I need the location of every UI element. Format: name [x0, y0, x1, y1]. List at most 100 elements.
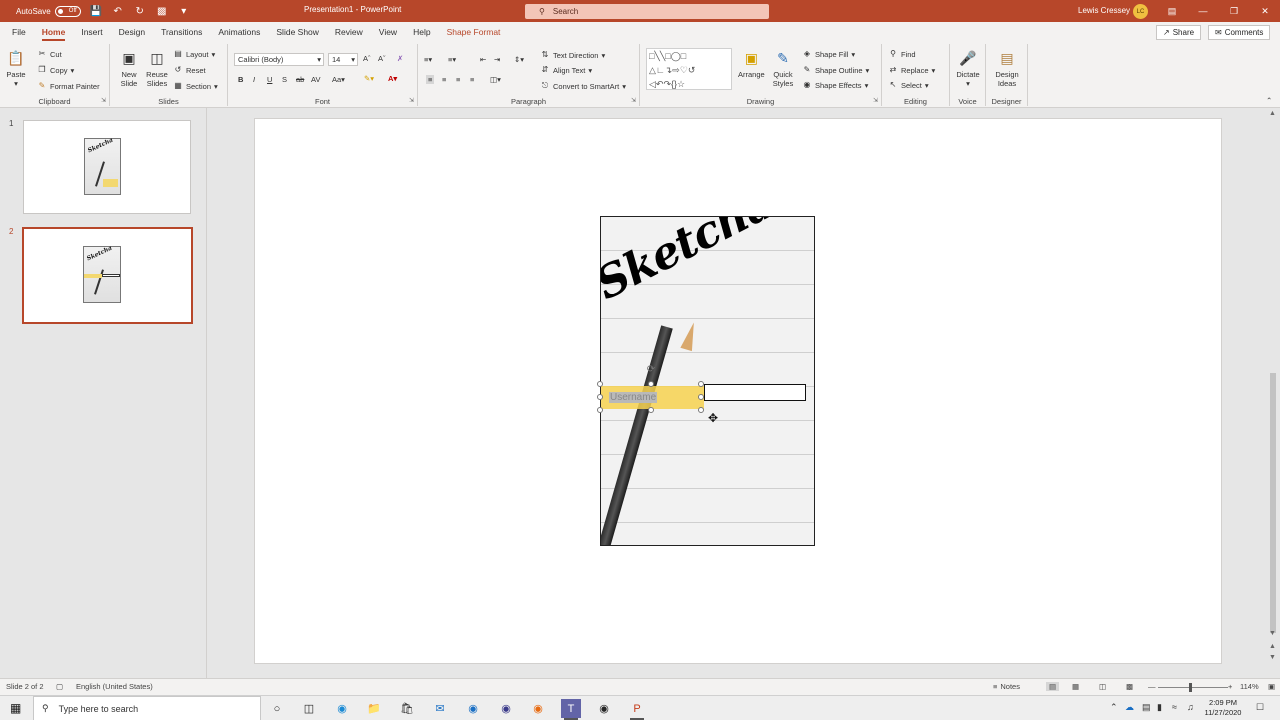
shape-fill-button[interactable]: ◈ Shape Fill ▾: [802, 49, 855, 59]
quick-styles-button[interactable]: ✎ Quick Styles: [768, 48, 798, 89]
notes-button[interactable]: ≡ Notes: [993, 682, 1020, 691]
resize-handle[interactable]: [648, 407, 654, 413]
customize-qat-icon[interactable]: ▾: [177, 4, 191, 18]
user-name[interactable]: Lewis Cressey: [1078, 6, 1130, 15]
scroll-up-icon[interactable]: ▲: [1269, 110, 1276, 117]
minimize-icon[interactable]: —: [1196, 4, 1210, 18]
align-text-button[interactable]: ⇵ Align Text ▾: [540, 65, 593, 75]
tab-file[interactable]: File: [4, 22, 34, 42]
tab-transitions[interactable]: Transitions: [153, 22, 210, 42]
firefox-icon[interactable]: ◉: [528, 699, 548, 718]
shadow-icon[interactable]: S: [282, 75, 287, 84]
eclipse-icon[interactable]: ◉: [496, 699, 516, 718]
tab-help[interactable]: Help: [405, 22, 438, 42]
prev-slide-icon[interactable]: ▲: [1269, 643, 1276, 650]
resize-handle[interactable]: [597, 381, 603, 387]
section-button[interactable]: ▦ Section ▾: [173, 81, 218, 91]
save-icon[interactable]: 💾: [89, 4, 103, 18]
columns-icon[interactable]: ◫▾: [490, 75, 501, 84]
scroll-down-icon[interactable]: ▼: [1269, 630, 1276, 637]
battery-icon[interactable]: ▮: [1157, 702, 1162, 713]
github-icon[interactable]: ◉: [594, 699, 614, 718]
numbering-icon[interactable]: ≡▾: [448, 55, 456, 64]
poster-image[interactable]: Sketcha Username: [600, 216, 815, 546]
zoom-slider[interactable]: [1158, 683, 1228, 692]
close-icon[interactable]: ✕: [1258, 4, 1272, 18]
language-status[interactable]: English (United States): [76, 682, 153, 691]
tab-home[interactable]: Home: [34, 22, 74, 42]
scrollbar-thumb[interactable]: [1270, 373, 1276, 633]
store-icon[interactable]: 🛍: [397, 699, 417, 718]
resize-handle[interactable]: [698, 394, 704, 400]
line-spacing-icon[interactable]: ⇕▾: [514, 55, 524, 64]
resize-handle[interactable]: [698, 381, 704, 387]
poster-title[interactable]: Sketcha: [601, 217, 781, 310]
edge-icon[interactable]: ◉: [332, 699, 352, 718]
format-painter-button[interactable]: ✎ Format Painter: [37, 81, 100, 91]
text-direction-button[interactable]: ⇅ Text Direction ▾: [540, 50, 606, 60]
dictate-button[interactable]: 🎤 Dictate ▾: [954, 48, 982, 89]
password-textbox[interactable]: [704, 384, 806, 401]
shrink-font-icon[interactable]: Aˇ: [378, 54, 386, 63]
proofing-icon[interactable]: ▢: [56, 682, 63, 691]
share-button[interactable]: ↗ Share: [1156, 25, 1202, 40]
taskbar-search-input[interactable]: ⚲ Type here to search: [33, 696, 261, 720]
reuse-slides-button[interactable]: ◫ Reuse Slides: [146, 48, 168, 89]
clear-formatting-icon[interactable]: ✗: [397, 54, 403, 63]
zoom-level[interactable]: 114%: [1240, 682, 1259, 691]
undo-icon[interactable]: ↶: [111, 4, 125, 18]
tab-animations[interactable]: Animations: [210, 22, 268, 42]
autosave-switch[interactable]: Off: [54, 5, 81, 17]
tab-insert[interactable]: Insert: [73, 22, 110, 42]
char-spacing-icon[interactable]: AV: [311, 75, 320, 84]
reset-button[interactable]: ↺ Reset: [173, 65, 206, 75]
redo-icon[interactable]: ↻: [133, 4, 147, 18]
rotate-icon[interactable]: ⟳: [645, 363, 657, 375]
design-ideas-button[interactable]: ▤ Design Ideas: [989, 48, 1025, 89]
tray-chevron-icon[interactable]: ⌃: [1110, 702, 1118, 713]
task-view-icon[interactable]: ◫: [299, 699, 319, 718]
cut-button[interactable]: ✂ Cut: [37, 49, 62, 59]
powerpoint-icon[interactable]: P: [627, 699, 647, 720]
slide-thumbnail-1[interactable]: Sketcha: [23, 120, 191, 214]
reading-view-icon[interactable]: ◫: [1099, 682, 1106, 691]
tab-slide-show[interactable]: Slide Show: [268, 22, 327, 42]
underline-icon[interactable]: U: [267, 75, 272, 84]
comments-button[interactable]: ✉ Comments: [1208, 25, 1271, 40]
new-slide-button[interactable]: ▣ New Slide: [118, 48, 140, 89]
paste-button[interactable]: 📋 Paste ▾: [6, 48, 26, 89]
layout-button[interactable]: ▤ Layout ▾: [173, 49, 215, 59]
normal-view-icon[interactable]: ▤: [1046, 682, 1060, 691]
slide-canvas[interactable]: Sketcha Username ⟳: [254, 118, 1222, 664]
slideshow-icon[interactable]: ▩: [1126, 682, 1133, 691]
volume-icon[interactable]: ♫: [1187, 702, 1194, 712]
cortana-icon[interactable]: ○: [267, 699, 287, 718]
font-color-icon[interactable]: A▾: [388, 74, 397, 83]
network-icon[interactable]: ▤: [1142, 702, 1151, 713]
tab-view[interactable]: View: [371, 22, 405, 42]
search-input[interactable]: ⚲ Search: [525, 4, 769, 19]
font-name-select[interactable]: Calibri (Body) ▾: [234, 53, 324, 66]
dialog-launcher-icon[interactable]: ⇲: [873, 97, 878, 104]
copy-button[interactable]: ❐ Copy ▾: [37, 65, 74, 75]
fit-slide-icon[interactable]: ▣: [1268, 682, 1275, 691]
select-button[interactable]: ↖ Select ▾: [888, 80, 929, 90]
file-explorer-icon[interactable]: 📁: [364, 699, 384, 718]
zoom-in-icon[interactable]: +: [1228, 682, 1232, 691]
dialog-launcher-icon[interactable]: ⇲: [409, 97, 414, 104]
notification-icon[interactable]: ☐: [1256, 702, 1264, 713]
resize-handle[interactable]: [698, 407, 704, 413]
outlook-icon[interactable]: ◉: [463, 699, 483, 718]
dialog-launcher-icon[interactable]: ⇲: [101, 97, 106, 104]
mail-icon[interactable]: ✉: [430, 699, 450, 718]
italic-icon[interactable]: I: [253, 75, 255, 84]
replace-button[interactable]: ⇄ Replace ▾: [888, 65, 936, 75]
onedrive-icon[interactable]: ☁: [1125, 702, 1134, 713]
resize-handle[interactable]: [597, 407, 603, 413]
increase-indent-icon[interactable]: ⇥: [494, 55, 500, 64]
zoom-slider-thumb[interactable]: [1189, 683, 1192, 692]
highlight-icon[interactable]: ✎▾: [364, 74, 374, 83]
convert-smartart-button[interactable]: ⎋ Convert to SmartArt ▾: [540, 81, 626, 91]
present-icon[interactable]: ▩: [155, 4, 169, 18]
shapes-gallery[interactable]: □╲╲□◯□ △∟↴⇨♡↺ ◁↶↷{}☆: [646, 48, 732, 90]
